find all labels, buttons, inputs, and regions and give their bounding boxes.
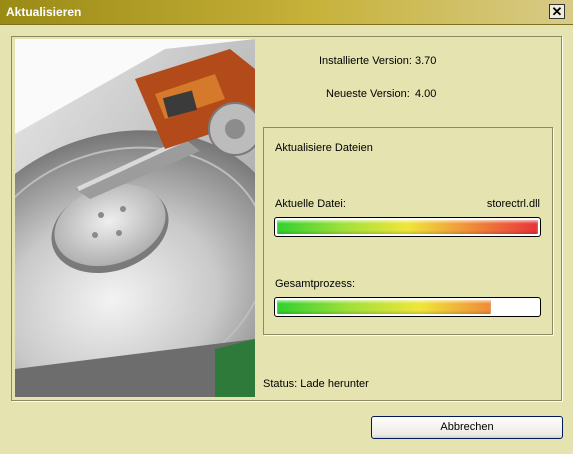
current-file-label: Aktuelle Datei:	[275, 198, 346, 210]
total-progress-bar	[274, 297, 541, 317]
window-title: Aktualisieren	[6, 5, 82, 19]
current-file-progress-bar	[274, 217, 541, 237]
newest-version-label: Neueste Version:	[326, 88, 410, 100]
installed-version-label: Installierte Version:	[319, 55, 412, 67]
current-file-name: storectrl.dll	[486, 198, 540, 210]
close-icon: ✕	[551, 4, 563, 19]
current-file-progress-fill	[277, 220, 538, 234]
group-heading: Aktualisiere Dateien	[275, 142, 373, 154]
cancel-button[interactable]: Abbrechen	[371, 416, 563, 439]
title-bar: Aktualisieren ✕	[0, 0, 573, 25]
total-progress-fill	[277, 300, 491, 314]
newest-version-value: 4.00	[415, 88, 437, 100]
installed-version-value: 3.70	[415, 55, 437, 67]
hard-disk-image	[15, 39, 255, 397]
total-progress-label: Gesamtprozess:	[275, 278, 356, 290]
close-button[interactable]: ✕	[549, 4, 565, 19]
status-text: Status: Lade herunter	[263, 378, 369, 390]
